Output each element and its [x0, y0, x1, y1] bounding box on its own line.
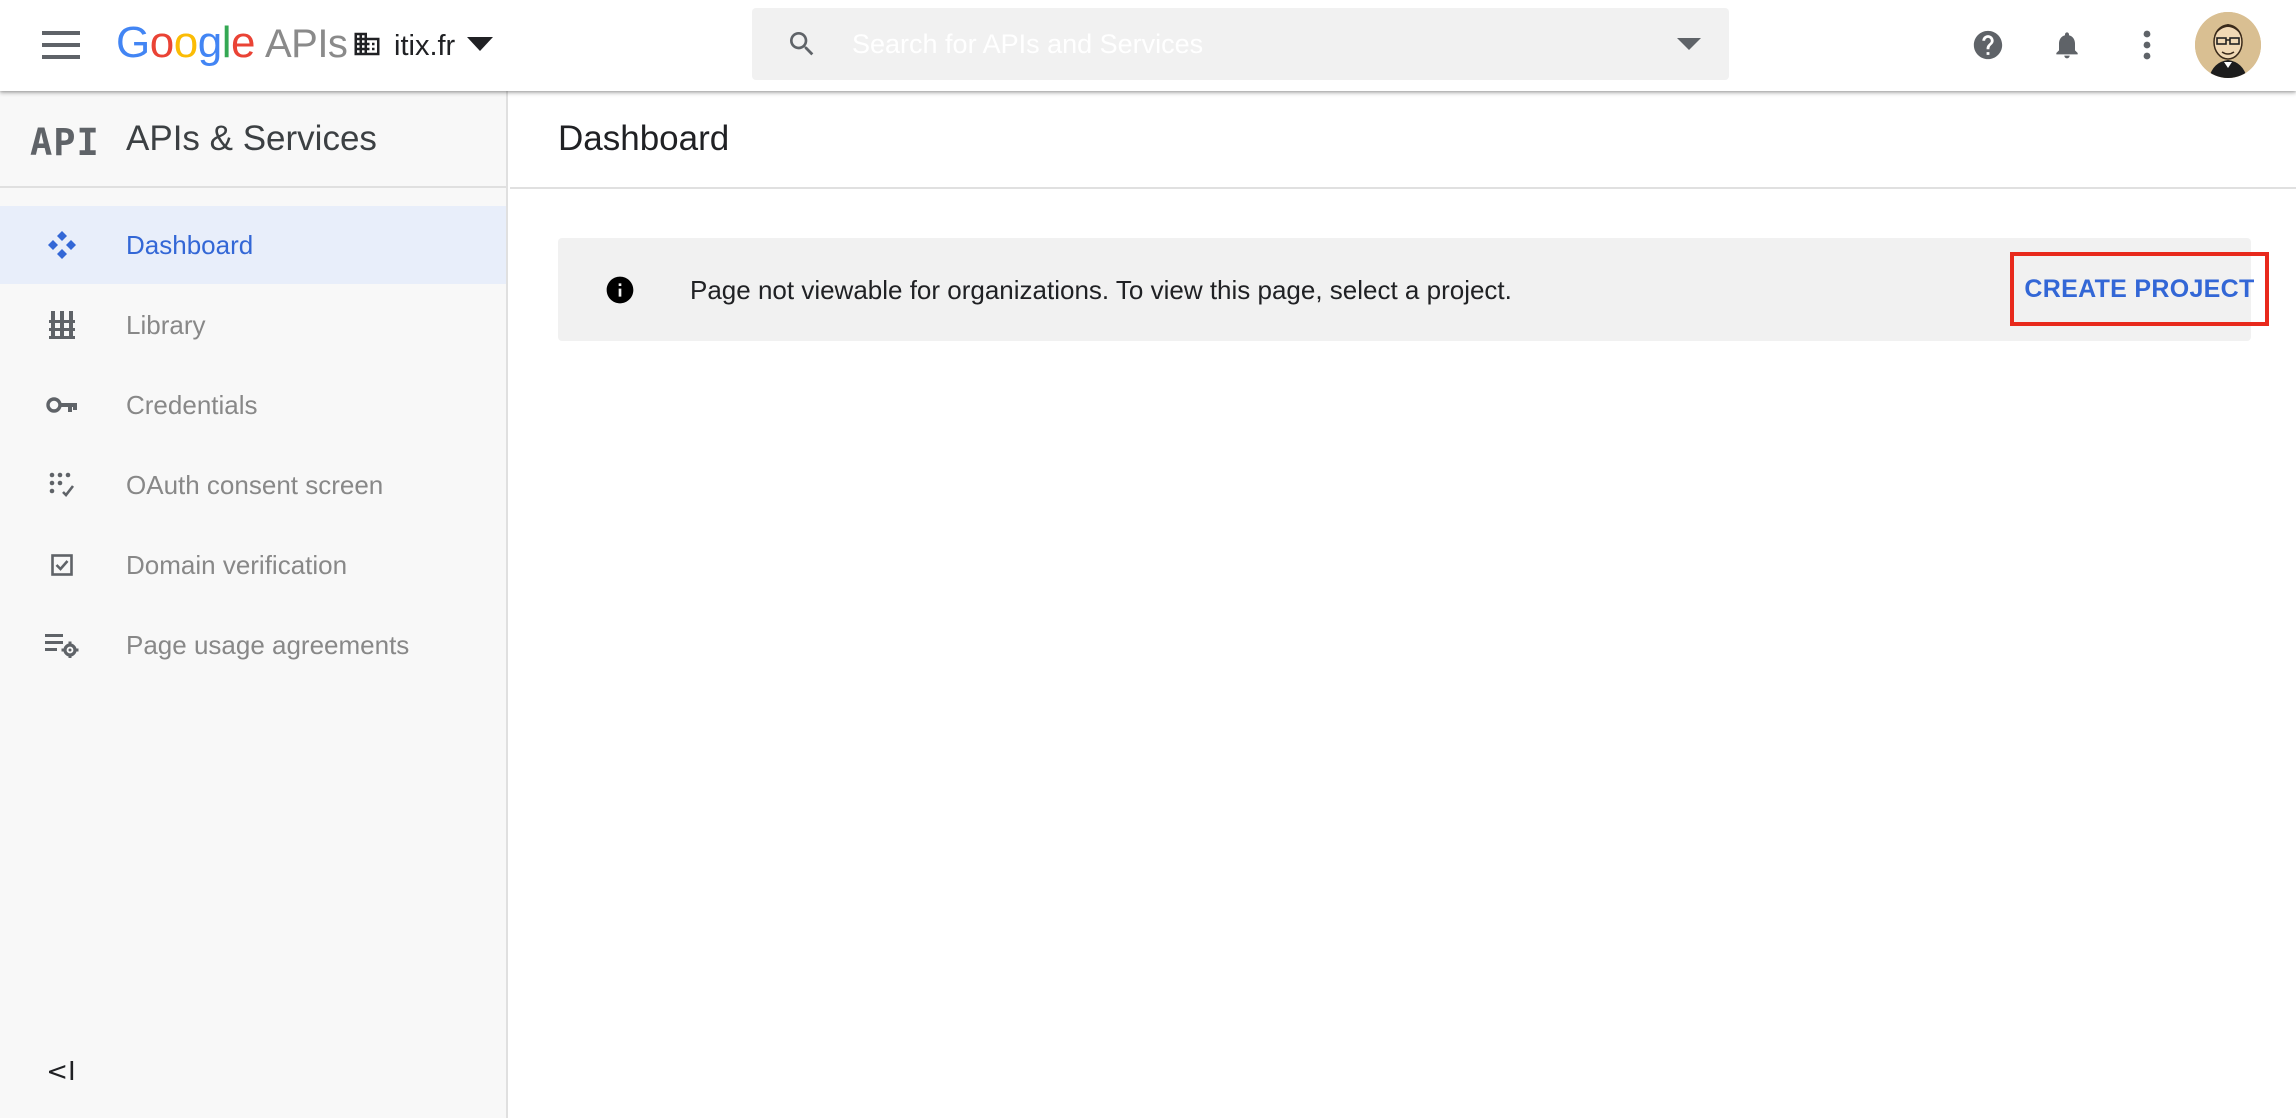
main-content: Dashboard Page not viewable for organiza…	[510, 91, 2296, 1118]
bell-icon[interactable]	[2042, 20, 2092, 70]
search-input[interactable]	[852, 8, 1649, 80]
sidebar-item-library[interactable]: Library	[0, 286, 506, 364]
collapse-sidebar-icon[interactable]: <I	[44, 1055, 78, 1089]
info-icon	[604, 274, 636, 306]
dashboard-icon	[42, 225, 82, 265]
sidebar-item-label: Credentials	[126, 389, 258, 420]
sidebar-item-label: OAuth consent screen	[126, 469, 384, 500]
sidebar-item-domain-verification[interactable]: Domain verification	[0, 526, 506, 604]
google-apis-logo[interactable]: Google APIs	[116, 18, 348, 68]
create-project-button[interactable]: CREATE PROJECT	[2010, 252, 2269, 326]
banner-message: Page not viewable for organizations. To …	[690, 275, 1512, 305]
search-dropdown-icon[interactable]	[1649, 8, 1729, 80]
sidebar-item-credentials[interactable]: Credentials	[0, 366, 506, 444]
sidebar-item-oauth-consent[interactable]: OAuth consent screen	[0, 446, 506, 524]
key-icon	[42, 385, 82, 425]
page-title: Dashboard	[558, 119, 730, 158]
oauth-grid-icon	[42, 465, 82, 505]
building-icon	[352, 29, 382, 64]
sidebar-item-label: Domain verification	[126, 549, 348, 580]
help-icon[interactable]	[1963, 20, 2013, 70]
top-app-bar: Google APIs itix.fr	[0, 0, 2296, 91]
menu-icon[interactable]	[36, 24, 86, 66]
more-vert-icon[interactable]	[2122, 20, 2172, 70]
search-icon[interactable]	[752, 8, 852, 80]
checkbox-icon	[42, 545, 82, 585]
sidebar-item-label: Page usage agreements	[126, 629, 410, 660]
library-icon	[42, 305, 82, 345]
sidebar-item-page-usage-agreements[interactable]: Page usage agreements	[0, 606, 506, 684]
sidebar-item-label: Library	[126, 309, 206, 340]
organization-picker[interactable]: itix.fr	[352, 22, 494, 70]
account-avatar[interactable]	[2195, 12, 2261, 78]
sidebar-header: API APIs & Services	[0, 91, 506, 188]
dropdown-arrow-icon	[467, 36, 494, 56]
organization-name: itix.fr	[394, 29, 456, 62]
search-bar	[752, 8, 1729, 80]
logo-apis-text: APIs	[264, 22, 348, 66]
sidebar-item-label: Dashboard	[126, 229, 254, 260]
sidebar: API APIs & Services Dashboard Library Cr…	[0, 91, 508, 1118]
info-banner: Page not viewable for organizations. To …	[558, 238, 2269, 341]
list-settings-icon	[42, 625, 82, 665]
main-header: Dashboard	[510, 91, 2296, 189]
sidebar-title: APIs & Services	[126, 119, 377, 158]
sidebar-item-dashboard[interactable]: Dashboard	[0, 206, 506, 284]
api-logo-icon: API	[30, 121, 100, 164]
